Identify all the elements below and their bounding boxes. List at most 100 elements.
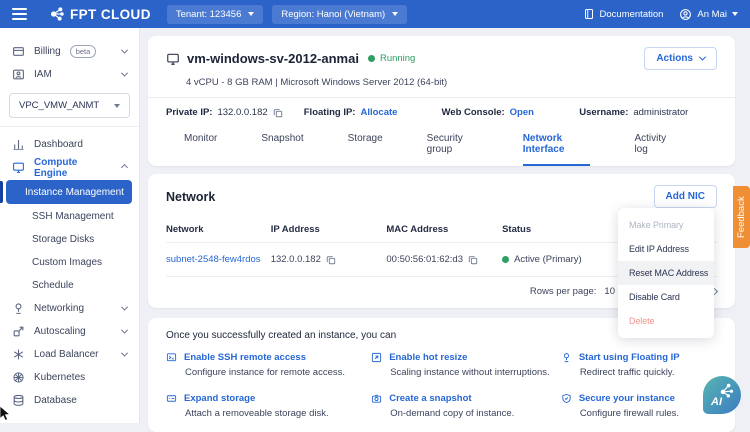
help-item-desc: On-demand copy of instance. — [390, 408, 515, 419]
menu-item-reset-mac-address[interactable]: Reset MAC Address — [618, 261, 714, 285]
instance-header-card: vm-windows-sv-2012-anmai Running Actions… — [148, 36, 735, 166]
tab-activity-log[interactable]: Activity log — [634, 125, 673, 166]
beta-badge: beta — [69, 45, 97, 58]
nic-actions-context-menu: Make Primary Edit IP Address Reset MAC A… — [618, 208, 714, 338]
user-menu[interactable]: An Mai — [679, 8, 738, 21]
floating-ip-icon — [561, 352, 572, 363]
help-item-title: Enable SSH remote access — [184, 352, 306, 363]
help-item-ssh: Enable SSH remote access Configure insta… — [166, 352, 361, 378]
menu-item-delete: Delete — [629, 316, 655, 326]
secure-instance-link[interactable]: Secure your instance — [561, 393, 717, 404]
sidebar-item-billing[interactable]: Billing beta — [0, 40, 139, 63]
allocate-link[interactable]: Allocate — [360, 107, 397, 118]
tab-network-interface[interactable]: Network Interface — [522, 125, 591, 166]
feedback-tab[interactable]: Feedback — [733, 186, 750, 248]
shield-icon — [561, 393, 572, 404]
brand-name: FPT CLOUD — [70, 6, 151, 22]
tab-storage[interactable]: Storage — [348, 125, 383, 166]
documentation-label: Documentation — [599, 8, 664, 20]
add-nic-button[interactable]: Add NIC — [653, 185, 717, 208]
sidebar-item-label: Autoscaling — [34, 326, 86, 337]
tenant-selector[interactable]: Tenant: 123456 — [166, 4, 264, 24]
sidebar: Billing beta IAM VPC_VMW_ANMT Dashboard — [0, 28, 140, 423]
chevron-down-icon — [120, 46, 129, 54]
active-indicator — [0, 181, 3, 203]
sidebar-item-custom-images[interactable]: Custom Images — [0, 251, 139, 274]
vpc-selector[interactable]: VPC_VMW_ANMT — [9, 93, 130, 118]
help-item-title: Create a snapshot — [389, 393, 472, 404]
menu-icon[interactable] — [12, 8, 27, 20]
help-item-title: Secure your instance — [578, 393, 675, 404]
ai-fab-label: AI — [711, 396, 722, 408]
chevron-up-icon — [120, 163, 129, 172]
sidebar-item-storage-disks[interactable]: Storage Disks — [0, 228, 139, 251]
expand-storage-link[interactable]: Expand storage — [166, 393, 361, 404]
create-snapshot-link[interactable]: Create a snapshot — [371, 393, 551, 404]
sidebar-item-compute-engine[interactable]: Compute Engine — [0, 156, 139, 179]
sidebar-item-autoscaling[interactable]: Autoscaling — [0, 320, 139, 343]
floating-ip-link[interactable]: Start using Floating IP — [561, 352, 717, 363]
sidebar-item-networking[interactable]: Networking — [0, 297, 139, 320]
sidebar-item-label: Compute Engine — [34, 156, 78, 179]
brand-logo[interactable]: FPT CLOUD — [49, 6, 151, 22]
ai-assistant-fab[interactable]: AI — [703, 376, 741, 414]
chevron-down-icon — [392, 12, 399, 16]
tab-monitor[interactable]: Monitor — [184, 125, 217, 166]
documentation-icon — [583, 8, 595, 20]
private-ip-value: 132.0.0.182 — [217, 107, 268, 118]
iam-icon — [12, 68, 25, 81]
mouse-cursor — [0, 406, 11, 421]
subnet-link[interactable]: subnet-2548-few4rdos — [166, 254, 271, 265]
ip-value: 132.0.0.182 — [270, 254, 321, 265]
web-console-group: Web Console: Open — [442, 107, 580, 118]
chevron-down-icon — [120, 326, 129, 334]
resize-icon — [371, 352, 382, 363]
column-ip-address: IP Address — [270, 224, 320, 235]
sidebar-item-label: Networking — [34, 303, 85, 314]
chevron-down-icon — [698, 53, 707, 61]
actions-button[interactable]: Actions — [644, 47, 717, 70]
chevron-down-icon — [114, 103, 120, 108]
private-ip-label: Private IP: — [166, 107, 213, 118]
floating-ip-label: Floating IP: — [303, 107, 356, 118]
top-header-bar: FPT CLOUD Tenant: 123456 Region: Hanoi (… — [0, 0, 750, 28]
sidebar-item-label: SSH Management — [32, 211, 114, 222]
hot-resize-link[interactable]: Enable hot resize — [371, 352, 551, 363]
help-item-title: Enable hot resize — [389, 352, 468, 363]
help-item-title: Expand storage — [184, 393, 256, 404]
help-item-snapshot: Create a snapshot On-demand copy of inst… — [371, 393, 551, 419]
chevron-down-icon — [732, 12, 738, 16]
sidebar-item-kubernetes[interactable]: Kubernetes — [0, 366, 139, 389]
sidebar-item-database[interactable]: Database — [0, 389, 139, 412]
copy-icon[interactable] — [468, 255, 478, 265]
sidebar-item-label: Custom Images — [32, 257, 103, 268]
actions-button-label: Actions — [656, 53, 693, 64]
sidebar-item-iam[interactable]: IAM — [0, 63, 139, 86]
sidebar-divider — [0, 126, 139, 127]
enable-ssh-link[interactable]: Enable SSH remote access — [166, 352, 361, 363]
status-value: Active (Primary) — [514, 254, 582, 265]
tab-security-group[interactable]: Security group — [427, 125, 479, 166]
copy-icon[interactable] — [273, 108, 283, 118]
region-selector[interactable]: Region: Hanoi (Vietnam) — [272, 4, 408, 24]
sidebar-item-label: Dashboard — [34, 139, 83, 150]
sidebar-item-dashboard[interactable]: Dashboard — [0, 133, 139, 156]
load-balancer-icon — [12, 348, 25, 361]
sidebar-item-instance-management[interactable]: Instance Management — [6, 180, 132, 204]
documentation-link[interactable]: Documentation — [583, 8, 664, 20]
help-item-desc: Configure firewall rules. — [579, 408, 680, 419]
floating-ip-group: Floating IP: Allocate — [304, 107, 442, 118]
menu-item-edit-ip-address[interactable]: Edit IP Address — [618, 237, 714, 261]
sidebar-item-ssh-management[interactable]: SSH Management — [0, 205, 139, 228]
private-ip-group: Private IP: 132.0.0.182 — [166, 107, 304, 118]
copy-icon[interactable] — [326, 255, 336, 265]
instance-tabs: Monitor Snapshot Storage Security group … — [166, 125, 717, 166]
sidebar-item-schedule[interactable]: Schedule — [0, 274, 139, 297]
open-console-link[interactable]: Open — [510, 107, 534, 118]
sidebar-item-label: Schedule — [32, 280, 74, 291]
sidebar-item-load-balancer[interactable]: Load Balancer — [0, 343, 139, 366]
tab-snapshot[interactable]: Snapshot — [261, 125, 303, 166]
chevron-down-icon — [120, 303, 129, 311]
tenant-label: Tenant: 123456 — [175, 8, 242, 20]
menu-item-disable-card[interactable]: Disable Card — [618, 285, 714, 309]
